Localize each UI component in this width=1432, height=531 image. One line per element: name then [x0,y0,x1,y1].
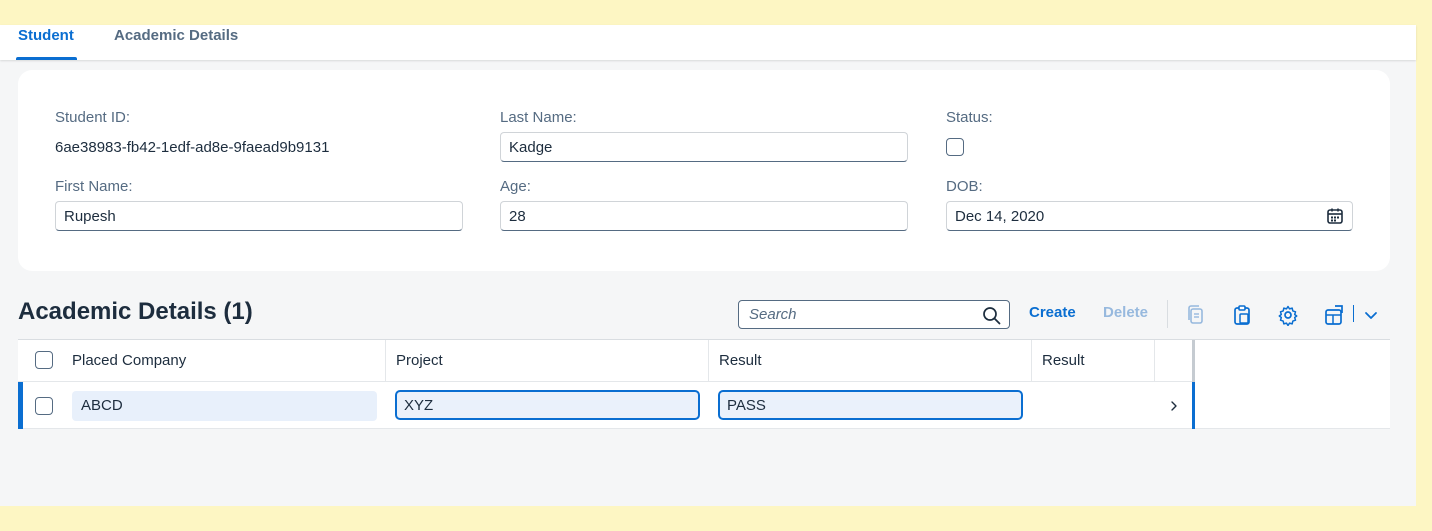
table-row[interactable]: ABCD [18,382,1195,429]
column-header-label: Result [719,352,762,369]
table-end-divider [1192,340,1195,382]
toolbar-separator [1167,300,1168,328]
row-end-marker [1192,382,1195,429]
column-header-label: Project [396,352,443,369]
search-field[interactable] [738,300,1010,329]
first-name-input[interactable] [55,201,463,231]
status-label: Status: [946,109,993,126]
student-form-card [18,70,1390,271]
create-button[interactable]: Create [1029,304,1076,321]
paste-icon[interactable] [1231,304,1253,326]
tab-academic-details[interactable]: Academic Details [114,25,238,60]
status-checkbox[interactable] [946,138,964,156]
placed-company-cell: ABCD [72,391,377,421]
row-checkbox[interactable] [35,397,53,415]
column-header-result[interactable]: Result [709,340,1032,382]
section-title: Academic Details (1) [18,298,253,325]
column-header-label: Result [1042,352,1085,369]
search-input[interactable] [749,301,979,328]
copy-icon[interactable] [1185,304,1207,326]
age-label: Age: [500,178,531,195]
last-name-input[interactable] [500,132,908,162]
export-menu-separator [1353,305,1354,322]
student-id-label: Student ID: [55,109,131,126]
result-input[interactable] [718,390,1023,420]
search-icon[interactable] [982,306,1001,325]
settings-icon[interactable] [1277,304,1299,326]
row-selection-marker [18,382,23,429]
column-header-project[interactable]: Project [386,340,709,382]
column-header-label: Placed Company [72,352,187,369]
delete-button[interactable]: Delete [1103,304,1148,321]
last-name-label: Last Name: [500,109,577,126]
app-window: Student Academic Details Student ID: 6ae… [0,25,1416,506]
academic-details-table: Placed Company Project Result Result ABC… [18,339,1390,429]
column-header-placed-company[interactable]: Placed Company [18,340,386,382]
chevron-down-icon[interactable] [1362,306,1380,324]
export-icon[interactable] [1323,304,1345,326]
column-header-result-2[interactable]: Result [1032,340,1155,382]
dob-input[interactable] [946,201,1353,231]
chevron-right-icon[interactable] [1168,400,1180,412]
tab-bar: Student Academic Details [0,25,1416,60]
student-id-value: 6ae38983-fb42-1edf-ad8e-9faead9b9131 [55,139,330,156]
first-name-label: First Name: [55,178,133,195]
select-all-checkbox[interactable] [35,351,53,369]
tab-student[interactable]: Student [16,25,77,60]
calendar-icon[interactable] [1326,207,1344,225]
age-input[interactable] [500,201,908,231]
dob-label: DOB: [946,178,983,195]
project-input[interactable] [395,390,700,420]
